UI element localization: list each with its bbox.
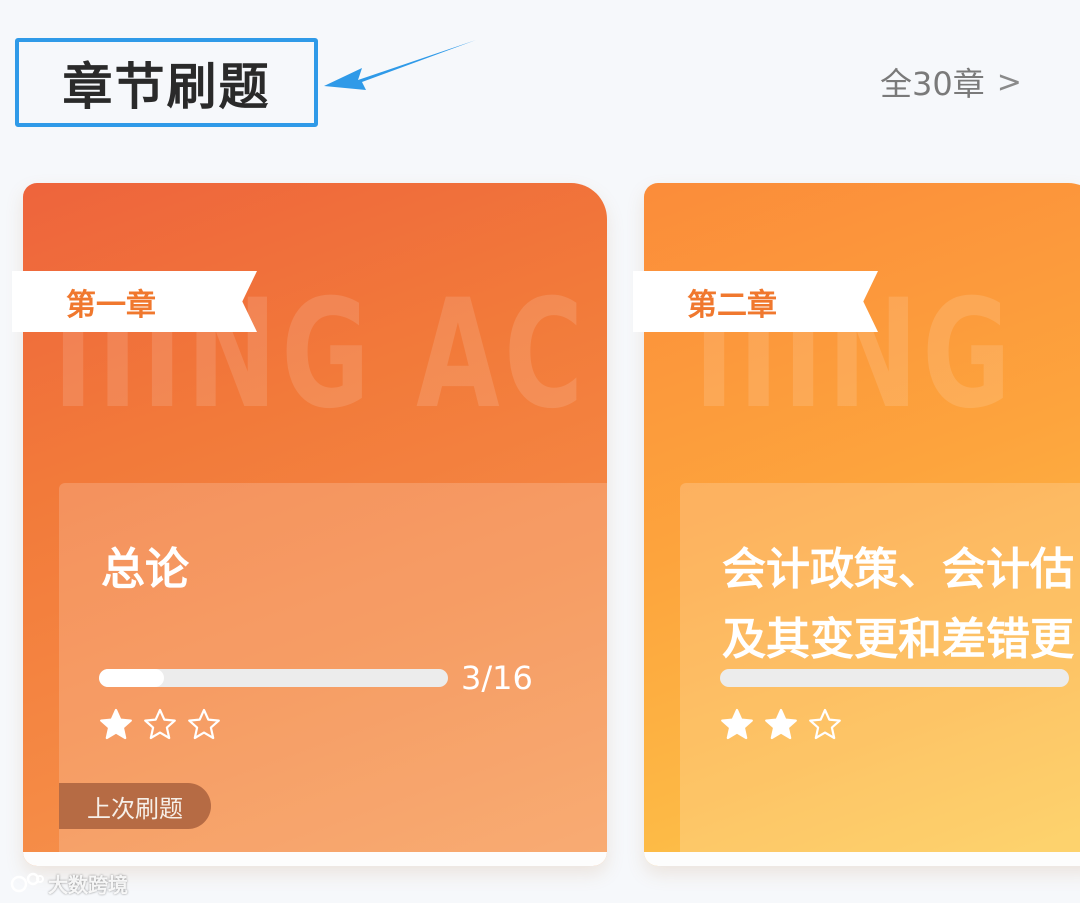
chapter-ribbon-2: 第二章 bbox=[633, 271, 878, 332]
annotation-arrow-icon bbox=[324, 40, 476, 90]
chapter-ribbon-label: 第一章 bbox=[66, 287, 156, 323]
card-info-panel: 会计政策、会计估 及其变更和差错更 bbox=[680, 483, 1080, 853]
section-title-annotation-box: 章节刷题 bbox=[15, 38, 318, 127]
site-watermark-text: 大数跨境 bbox=[48, 872, 128, 897]
chapter-name: 总论 bbox=[101, 544, 189, 595]
star-outline-icon bbox=[809, 708, 841, 740]
progress-text: 3/16 bbox=[461, 659, 533, 697]
star-outline-icon bbox=[188, 708, 220, 740]
chapter-ribbon-1: 第一章 bbox=[12, 271, 257, 332]
chapter-name: 会计政策、会计估 及其变更和差错更 bbox=[722, 544, 1074, 665]
star-filled-icon bbox=[765, 708, 797, 740]
progress-bar bbox=[720, 669, 1069, 687]
card-bottom-edge bbox=[644, 852, 1080, 866]
section-title: 章节刷题 bbox=[62, 57, 271, 116]
star-filled-icon bbox=[100, 708, 132, 740]
view-all-label: 全30章 bbox=[880, 65, 985, 103]
logo-icon bbox=[10, 872, 44, 893]
star-outline-icon bbox=[144, 708, 176, 740]
star-rating bbox=[99, 708, 221, 742]
chevron-right-icon: > bbox=[996, 64, 1022, 100]
site-watermark: 大数跨境 bbox=[10, 868, 128, 898]
chapter-ribbon-label: 第二章 bbox=[687, 287, 777, 323]
progress-bar-fill bbox=[99, 669, 165, 687]
progress-bar bbox=[99, 669, 448, 687]
last-practiced-badge: 上次刷题 bbox=[59, 783, 211, 829]
card-bottom-edge bbox=[23, 852, 607, 866]
view-all-chapters-link[interactable]: 全30章 > bbox=[880, 62, 1022, 104]
star-filled-icon bbox=[721, 708, 753, 740]
star-rating bbox=[720, 708, 842, 742]
